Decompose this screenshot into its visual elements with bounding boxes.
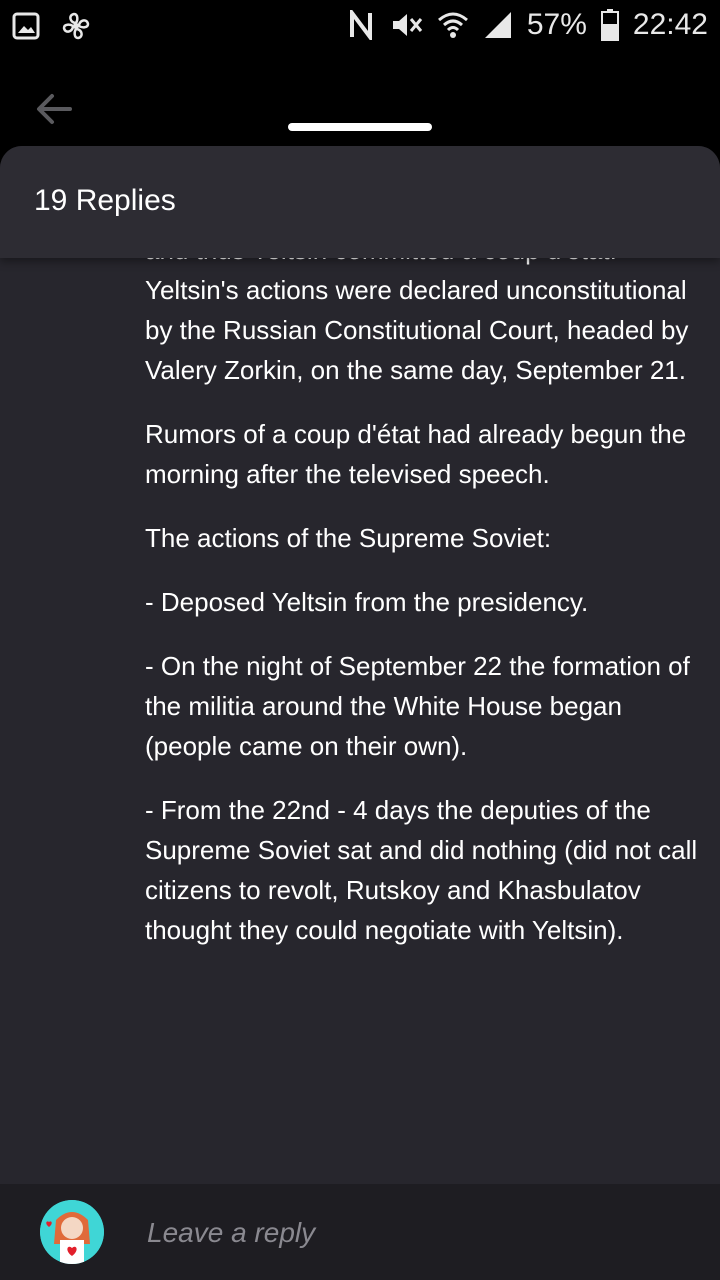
- back-button[interactable]: [30, 84, 80, 134]
- reply-paragraph: - Deposed Yeltsin from the presidency.: [145, 587, 589, 617]
- reply-composer: [0, 1184, 720, 1280]
- status-bar: 57% 22:42: [0, 0, 720, 54]
- battery-icon: [600, 9, 619, 41]
- avatar-image: [40, 1200, 104, 1264]
- status-right-icons: 57% 22:42: [349, 8, 708, 42]
- reply-paragraph: - On the night of September 22 the forma…: [145, 651, 690, 761]
- nfc-icon: [349, 10, 372, 40]
- drag-handle[interactable]: [288, 123, 432, 131]
- pinwheel-icon: [62, 12, 90, 40]
- replies-count-title: 19 Replies: [34, 184, 176, 217]
- nav-row: [0, 54, 720, 150]
- battery-percent: 57%: [526, 8, 587, 41]
- avatar[interactable]: [40, 1200, 104, 1264]
- gallery-icon: [12, 12, 40, 40]
- wifi-icon: [437, 12, 468, 38]
- sheet-header: 19 Replies: [0, 146, 720, 258]
- reply-input[interactable]: [145, 1212, 649, 1254]
- clock: 22:42: [632, 8, 708, 41]
- signal-icon: [484, 12, 511, 38]
- status-left-icons: [12, 10, 92, 42]
- mute-icon: [392, 14, 423, 36]
- reply-paragraph: Rumors of a coup d'état had already begu…: [145, 419, 687, 489]
- back-arrow-icon: [37, 94, 72, 124]
- replies-sheet: 19 Replies and thus Yeltsin committed a …: [0, 146, 720, 1280]
- reply-body: and thus Yeltsin committed a coup d'etat…: [145, 230, 705, 974]
- reply-paragraph: The actions of the Supreme Soviet:: [145, 523, 552, 553]
- reply-paragraph: - From the 22nd - 4 days the deputies of…: [145, 795, 698, 945]
